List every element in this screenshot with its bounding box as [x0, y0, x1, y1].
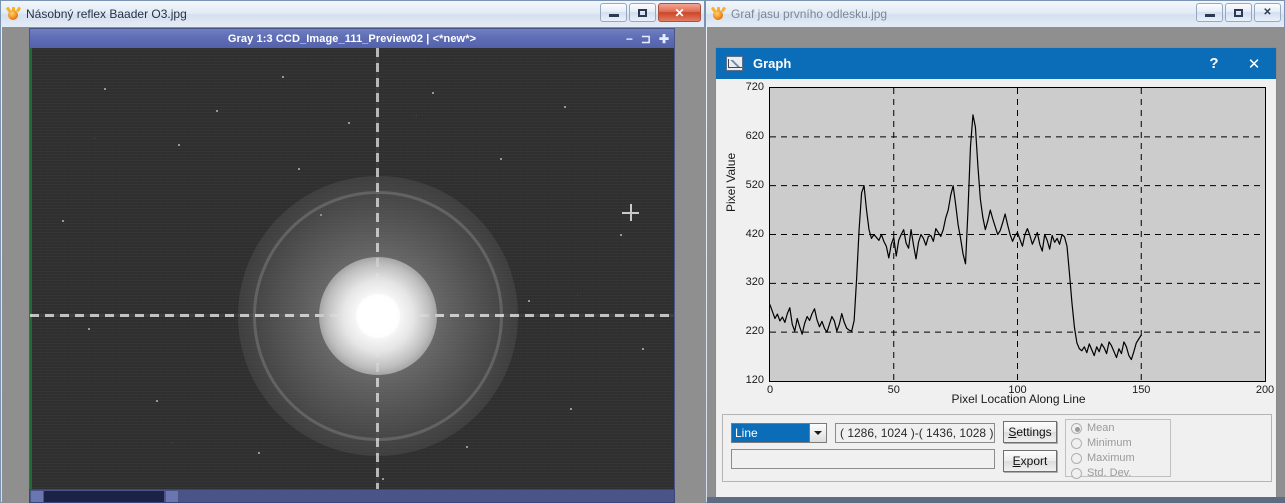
mdi-titlebar[interactable]: Gray 1:3 CCD_Image_111_Preview02 | <*new… [30, 29, 674, 48]
stat-radio-minimum[interactable]: Minimum [1066, 436, 1170, 450]
viewer-workspace: Gray 1:3 CCD_Image_111_Preview02 | <*new… [2, 27, 705, 503]
export-label: xport [1020, 454, 1048, 468]
stat-radio-label: Minimum [1087, 437, 1132, 449]
graph-window-title: Graf jasu prvního odlesku.jpg [731, 7, 888, 21]
statistics-radio-group: Mean Minimum Maximum Std. Dev. [1065, 419, 1171, 480]
crosshair-cursor-icon [622, 204, 639, 221]
close-button[interactable]: ✕ [658, 3, 701, 22]
mdi-restore-icon[interactable]: ⊐ [641, 32, 651, 46]
radio-icon[interactable] [1071, 437, 1082, 449]
graph-dialog-header[interactable]: Graph ? ✕ [716, 48, 1276, 79]
close-icon[interactable]: ✕ [1232, 48, 1276, 79]
plot-area[interactable] [769, 87, 1266, 382]
graph-workspace: Graph ? ✕ Pixel Value 120 220 320 420 520 620… [707, 27, 1285, 503]
image-viewer-window: Násobný reflex Baader O3.jpg ✕ Gray 1:3 … [0, 0, 705, 503]
scrollbar-thumb[interactable] [44, 491, 164, 502]
close-button[interactable]: ✕ [1254, 3, 1281, 22]
settings-label: ettings [1016, 425, 1052, 439]
export-accel: E [1012, 454, 1021, 468]
horizontal-scrollbar[interactable] [29, 489, 675, 503]
restore-button[interactable] [629, 3, 656, 22]
comment-input[interactable] [731, 449, 995, 469]
coordinates-field[interactable]: ( 1286, 1024 )-( 1436, 1028 ) [835, 423, 995, 443]
settings-button[interactable]: Settings [1003, 421, 1057, 443]
graph-window-statusbar [707, 497, 1285, 503]
image-window-titlebar[interactable]: Násobný reflex Baader O3.jpg ✕ [1, 1, 704, 27]
y-tick-label: 320 [745, 276, 764, 289]
stat-radio-mean[interactable]: Mean [1066, 421, 1170, 435]
mdi-title: Gray 1:3 CCD_Image_111_Preview02 | <*new… [227, 32, 477, 45]
sun-app-icon [5, 6, 22, 22]
stat-radio-label: Maximum [1087, 452, 1135, 464]
minimize-button[interactable] [1196, 3, 1223, 22]
export-button[interactable]: Export [1003, 450, 1057, 472]
y-tick-label: 620 [745, 129, 764, 142]
radio-icon[interactable] [1071, 422, 1082, 434]
restore-button[interactable] [1225, 3, 1252, 22]
minimize-button[interactable] [600, 3, 627, 22]
mdi-child-window: Gray 1:3 CCD_Image_111_Preview02 | <*new… [29, 28, 675, 498]
y-tick-label: 120 [745, 374, 764, 386]
chevron-down-icon[interactable] [809, 424, 826, 442]
plot-mode-value: Line [732, 424, 809, 442]
scroll-right-arrow-icon[interactable] [166, 491, 178, 502]
chart-container: Pixel Value 120 220 320 420 520 620 720 0 50 100… [722, 81, 1274, 409]
radio-icon[interactable] [1071, 452, 1082, 464]
astro-image-canvas[interactable] [30, 48, 674, 497]
graph-window: Graf jasu prvního odlesku.jpg ✕ Graph ? … [705, 0, 1285, 503]
mdi-window-controls: − ⊐ ✚ [626, 29, 669, 48]
image-window-title: Násobný reflex Baader O3.jpg [26, 7, 187, 21]
stat-radio-std-dev[interactable]: Std. Dev. [1066, 466, 1170, 480]
graph-icon [726, 56, 743, 71]
mdi-close-icon[interactable]: ✚ [659, 32, 669, 46]
stat-radio-label: Std. Dev. [1087, 467, 1132, 479]
y-tick-label: 720 [745, 81, 764, 93]
y-tick-label: 520 [745, 178, 764, 191]
x-axis-label: Pixel Location Along Line [951, 392, 1086, 406]
settings-accel: S [1008, 425, 1017, 439]
stat-radio-maximum[interactable]: Maximum [1066, 451, 1170, 465]
image-window-controls: ✕ [600, 3, 701, 22]
y-tick-label: 220 [745, 325, 764, 338]
y-tick-label: 420 [745, 227, 764, 240]
star-core [356, 294, 400, 338]
chart-svg [769, 88, 1265, 381]
graph-dialog-controls: ? ✕ [1196, 48, 1276, 79]
y-axis-ticks: 120 220 320 420 520 620 720 [732, 81, 764, 409]
graph-dialog-title: Graph [753, 56, 792, 71]
help-button[interactable]: ? [1196, 48, 1232, 79]
plot-mode-dropdown[interactable]: Line [731, 423, 827, 443]
radio-icon[interactable] [1071, 467, 1082, 479]
stat-radio-label: Mean [1087, 422, 1115, 434]
scroll-left-arrow-icon[interactable] [31, 491, 43, 502]
mdi-minimize-icon[interactable]: − [626, 32, 633, 46]
sun-app-icon [710, 6, 727, 22]
graph-window-titlebar[interactable]: Graf jasu prvního odlesku.jpg ✕ [706, 1, 1284, 27]
graph-controls-panel: Line ( 1286, 1024 )-( 1436, 1028 ) Setti… [722, 414, 1272, 482]
graph-dialog: Graph ? ✕ Pixel Value 120 220 320 420 520 620… [715, 47, 1277, 501]
graph-window-controls: ✕ [1196, 3, 1281, 22]
